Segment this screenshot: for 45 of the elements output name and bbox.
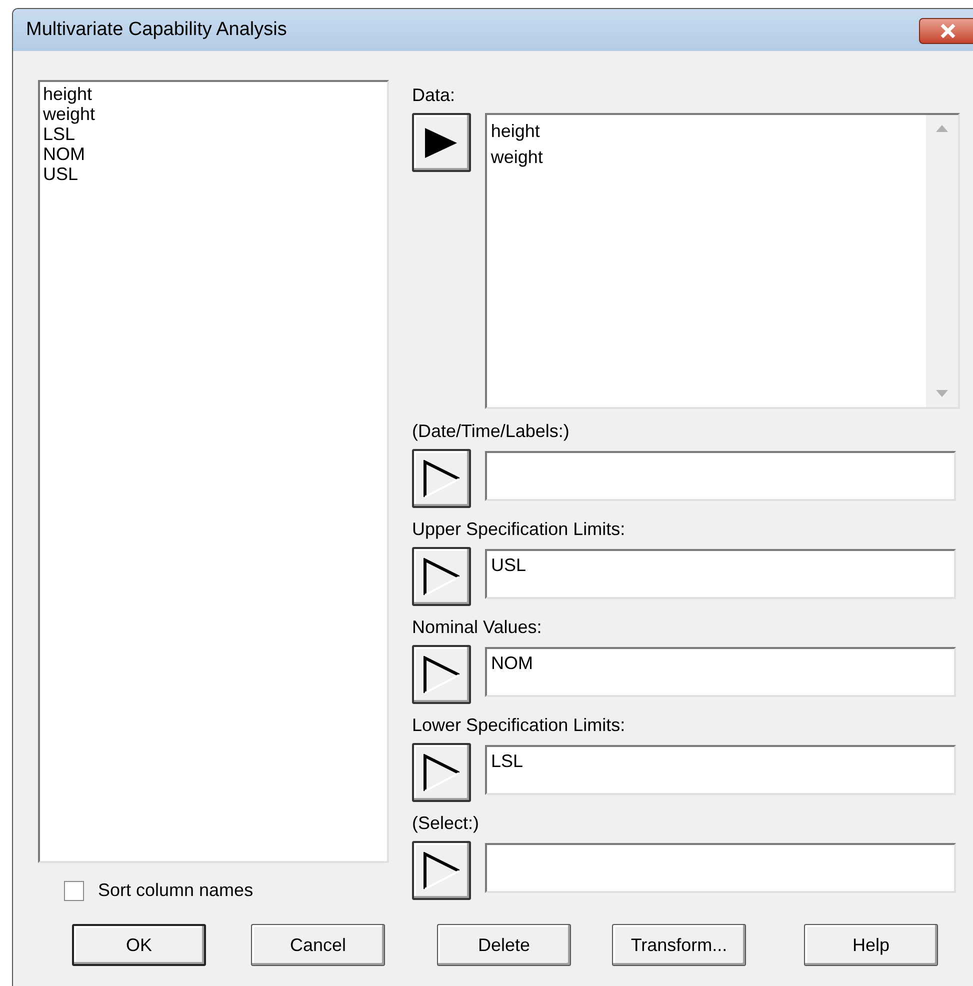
- input-field[interactable]: USL: [485, 549, 956, 599]
- triangle-outline-icon: [422, 656, 460, 694]
- triangle-outline-icon: [422, 558, 460, 596]
- input-field[interactable]: [485, 843, 956, 893]
- list-item[interactable]: weight: [490, 144, 543, 170]
- scroll-up-icon: [936, 125, 948, 132]
- checkbox-label: Sort column names: [98, 879, 254, 902]
- dialog-button[interactable]: Help: [804, 924, 938, 966]
- close-button[interactable]: [919, 18, 973, 44]
- field-label: Data:: [412, 84, 456, 107]
- list-item[interactable]: weight: [43, 104, 96, 124]
- list-item[interactable]: LSL: [43, 124, 76, 144]
- close-icon: [940, 24, 956, 38]
- window-title: Multivariate Capability Analysis: [26, 18, 287, 42]
- field-label: (Date/Time/Labels:): [412, 420, 570, 443]
- select-variable-button[interactable]: [412, 841, 471, 900]
- dialog-button[interactable]: OK: [72, 924, 206, 966]
- triangle-outline-icon: [422, 754, 460, 792]
- field-label: (Select:): [412, 812, 480, 835]
- field-label: Nominal Values:: [412, 616, 542, 639]
- triangle-outline-icon: [422, 852, 460, 890]
- field-label: Upper Specification Limits:: [412, 518, 626, 541]
- dialog-button[interactable]: Cancel: [251, 924, 385, 966]
- data-list[interactable]: height weight: [484, 113, 960, 409]
- select-variable-button[interactable]: [412, 645, 471, 704]
- scroll-down-icon: [936, 390, 948, 397]
- dialog-button[interactable]: Delete: [437, 924, 571, 966]
- scrollbar[interactable]: [926, 115, 958, 407]
- list-item[interactable]: USL: [43, 164, 78, 184]
- list-item[interactable]: height: [43, 84, 92, 104]
- select-variable-button[interactable]: [412, 449, 471, 508]
- list-item[interactable]: height: [490, 118, 540, 144]
- select-variable-button[interactable]: [412, 743, 471, 802]
- dialog-button[interactable]: Transform...: [612, 924, 746, 966]
- column-list[interactable]: height weight LSL NOM USL: [38, 80, 389, 863]
- sort-checkbox[interactable]: [64, 880, 84, 900]
- select-variable-button[interactable]: [412, 547, 471, 606]
- field-label: Lower Specification Limits:: [412, 714, 626, 737]
- input-field[interactable]: NOM: [485, 647, 956, 697]
- add-data-button[interactable]: [412, 113, 471, 172]
- list-item[interactable]: NOM: [43, 144, 85, 164]
- input-field[interactable]: [485, 451, 956, 501]
- triangle-outline-icon: [422, 460, 460, 498]
- input-field[interactable]: LSL: [485, 745, 956, 795]
- play-arrow-icon: [424, 126, 458, 158]
